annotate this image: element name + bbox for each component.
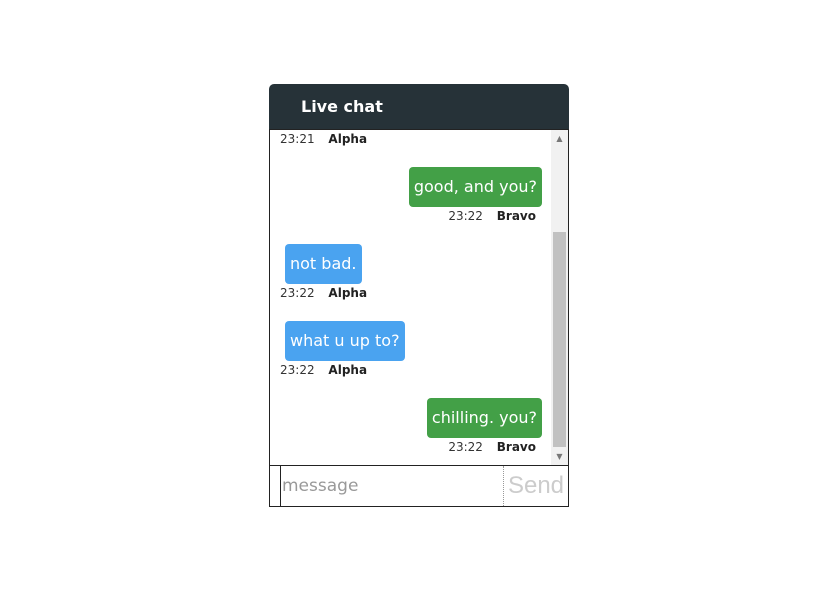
- messages-container: 23:21 Alpha good, and you? 23:22 Bravo n…: [270, 130, 552, 465]
- message-meta: 23:22 Alpha: [280, 285, 542, 301]
- message-time: 23:21: [280, 132, 315, 146]
- message-item: chilling. you? 23:22 Bravo: [280, 398, 542, 455]
- message-sender: Alpha: [328, 132, 368, 146]
- message-time: 23:22: [280, 363, 315, 377]
- message-sender: Bravo: [496, 440, 536, 454]
- message-meta: 23:21 Alpha: [280, 131, 542, 147]
- message-bubble: chilling. you?: [426, 398, 542, 438]
- vertical-scrollbar[interactable]: ▲ ▼: [551, 130, 568, 465]
- message-meta: 23:22 Bravo: [280, 439, 536, 455]
- message-item: good, and you? 23:22 Bravo: [280, 167, 542, 224]
- message-item: what u up to? 23:22 Alpha: [280, 321, 542, 378]
- message-item: not bad. 23:22 Alpha: [280, 244, 542, 301]
- message-time: 23:22: [448, 209, 483, 223]
- message-time: 23:22: [448, 440, 483, 454]
- message-meta: 23:22 Alpha: [280, 362, 542, 378]
- message-bubble: not bad.: [285, 244, 362, 284]
- message-meta: 23:22 Bravo: [280, 208, 536, 224]
- message-composer: Send: [269, 465, 569, 507]
- scrollbar-thumb[interactable]: [553, 232, 566, 447]
- message-bubble: good, and you?: [408, 167, 542, 207]
- scroll-up-icon[interactable]: ▲: [551, 130, 568, 147]
- message-list[interactable]: 23:21 Alpha good, and you? 23:22 Bravo n…: [269, 129, 569, 465]
- chat-widget: Live chat 23:21 Alpha good, and you? 23:…: [269, 84, 569, 507]
- message-sender: Alpha: [328, 363, 368, 377]
- message-input[interactable]: [280, 466, 504, 506]
- chat-header: Live chat: [269, 84, 569, 129]
- message-sender: Alpha: [328, 286, 368, 300]
- message-time: 23:22: [280, 286, 315, 300]
- message-sender: Bravo: [496, 209, 536, 223]
- chat-title: Live chat: [301, 97, 383, 116]
- scroll-down-icon[interactable]: ▼: [551, 448, 568, 465]
- send-button[interactable]: Send: [504, 466, 568, 506]
- message-bubble: what u up to?: [285, 321, 405, 361]
- message-item: 23:21 Alpha: [280, 130, 542, 147]
